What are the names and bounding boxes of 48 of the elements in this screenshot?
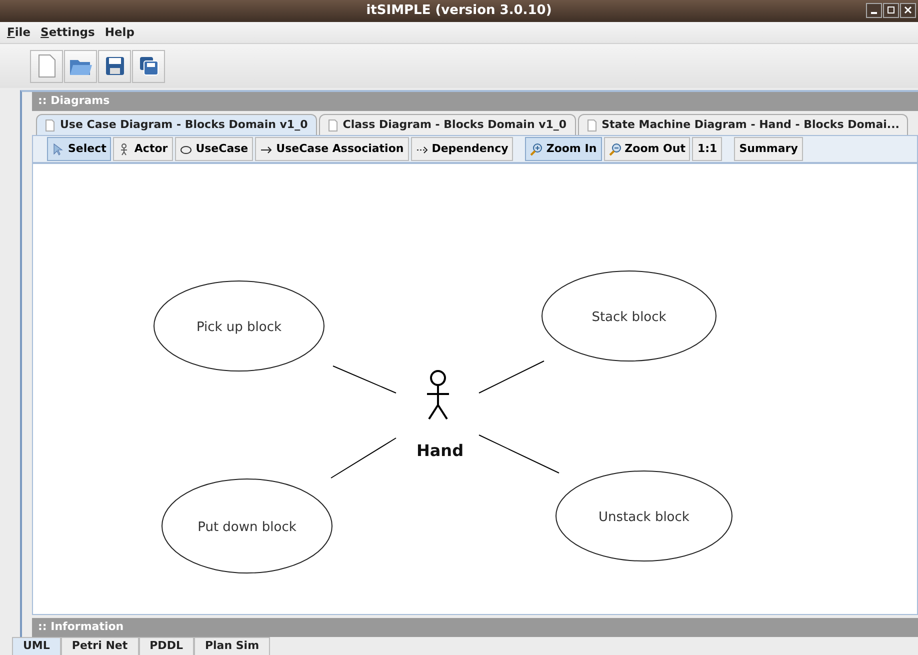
document-icon [586,118,597,132]
maximize-button[interactable] [883,3,899,18]
menu-item[interactable]: Settings [40,24,95,42]
tool-button[interactable]: Summary [734,137,803,161]
close-button[interactable] [900,3,916,18]
document-icon [45,118,55,132]
tool-button[interactable]: Zoom Out [604,137,690,161]
menu-item[interactable]: Help [104,24,134,42]
use-case-label: Pick up block [196,320,282,335]
bottom-tab[interactable]: Petri Net [60,637,139,655]
zoom-out-icon [608,142,621,156]
tool-button[interactable]: Actor [113,137,173,161]
association-line [332,366,396,394]
zoom-in-icon [530,142,542,156]
document-icon [36,54,56,78]
bottom-tab[interactable]: Plan Sim [194,637,270,655]
use-case-label: Put down block [198,520,296,535]
bottom-tab[interactable]: PDDL [138,637,194,655]
tool-button[interactable]: Dependency [410,137,514,161]
stick-figure-icon [426,370,450,420]
save-all-button[interactable] [132,50,165,82]
tool-button[interactable]: 1:1 [692,137,722,161]
window-title: itSIMPLE (version 3.0.10) [366,2,552,20]
association-line [478,360,544,394]
tool-button[interactable]: UseCase Association [255,137,409,161]
use-case-label: Unstack block [598,510,690,525]
new-file-button[interactable] [30,50,63,82]
close-icon [904,6,912,14]
tool-button[interactable]: Zoom In [525,137,602,161]
association-line [330,438,396,478]
diagram-tab[interactable]: State Machine Diagram - Hand - Blocks Domai... [578,114,908,135]
diagram-tab[interactable]: Class Diagram - Blocks Domain v1_0 [318,114,576,135]
use-case-label: Stack block [592,310,666,325]
document-icon [328,118,338,132]
actor-label: Hand [416,441,464,460]
open-button[interactable] [64,50,97,82]
panel-header: :: Diagrams [32,92,918,111]
maximize-icon [887,6,895,14]
pointer-icon [52,142,64,156]
save-button[interactable] [98,50,131,82]
panel-header: :: Information [32,618,918,637]
tool-button[interactable]: UseCase [174,137,254,161]
tool-button[interactable]: Select [47,137,112,161]
diagram-tab[interactable]: Use Case Diagram - Blocks Domain v1_0 [36,114,317,135]
minimize-button[interactable] [866,3,882,18]
stacked-disks-icon [138,56,158,76]
menu-item[interactable]: File [7,24,31,42]
bottom-tab[interactable]: UML [12,637,61,655]
